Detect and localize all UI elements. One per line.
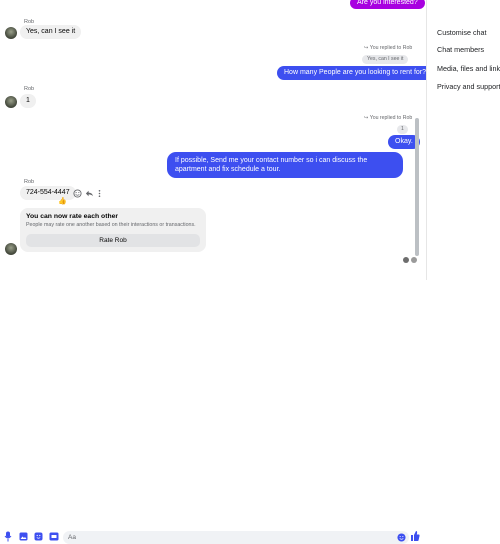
- composer-bar: Aa: [0, 264, 422, 544]
- chat-panel: Are you interested? Rob Yes, can I see i…: [0, 0, 434, 264]
- message-outgoing[interactable]: If possible, Send me your contact number…: [167, 152, 403, 178]
- rate-button[interactable]: Rate Rob: [26, 234, 200, 247]
- microphone-icon[interactable]: [4, 531, 12, 542]
- replied-label: ↪ You replied to Rob: [364, 45, 413, 51]
- message-incoming[interactable]: 1: [20, 94, 36, 108]
- gif-icon[interactable]: [49, 532, 59, 541]
- more-icon[interactable]: [97, 189, 102, 198]
- reply-arrow-icon: ↪: [364, 115, 369, 121]
- like-icon[interactable]: [410, 530, 420, 542]
- message-outgoing-top[interactable]: Are you interested?: [350, 0, 425, 9]
- replied-label: ↪ You replied to Rob: [364, 115, 413, 121]
- avatar[interactable]: [5, 243, 17, 255]
- sidebar-item-chat-members[interactable]: Chat members: [437, 45, 484, 54]
- gallery-icon[interactable]: [19, 532, 28, 541]
- sticker-icon[interactable]: [34, 532, 43, 541]
- seen-avatar: [411, 257, 417, 263]
- emoji-icon[interactable]: [397, 533, 406, 542]
- avatar[interactable]: [5, 27, 17, 39]
- sidebar-item-customise-chat[interactable]: Customise chat: [437, 28, 487, 37]
- reply-quote[interactable]: Yes, can I see it: [362, 55, 409, 64]
- seen-avatar: [403, 257, 409, 263]
- emoji-icon[interactable]: [73, 189, 82, 198]
- scrollbar-thumb[interactable]: [415, 118, 419, 256]
- reply-quote[interactable]: 1: [397, 125, 408, 134]
- rating-card-subtitle: People may rate one another based on the…: [26, 222, 196, 228]
- sidebar-item-privacy-support[interactable]: Privacy and support: [437, 82, 500, 91]
- sender-name: Rob: [24, 86, 35, 92]
- reply-arrow-icon: ↪: [364, 45, 369, 51]
- chat-info-panel: Customise chat Chat members Media, files…: [426, 0, 500, 280]
- reply-icon[interactable]: [85, 189, 94, 198]
- sender-name: Rob: [24, 179, 35, 185]
- message-input-placeholder: Aa: [68, 534, 76, 541]
- message-incoming[interactable]: Yes, can I see it: [20, 25, 82, 39]
- message-input[interactable]: Aa: [63, 531, 409, 544]
- rating-card: You can now rate each other People may r…: [20, 208, 206, 252]
- avatar[interactable]: [5, 96, 17, 108]
- message-incoming[interactable]: 724-554-4447: [20, 186, 76, 200]
- reaction-badge[interactable]: 👍: [58, 197, 67, 205]
- rating-card-title: You can now rate each other: [26, 213, 119, 220]
- sidebar-item-media-files-links[interactable]: Media, files and links: [437, 64, 500, 73]
- message-outgoing[interactable]: How many People are you looking to rent …: [277, 66, 434, 80]
